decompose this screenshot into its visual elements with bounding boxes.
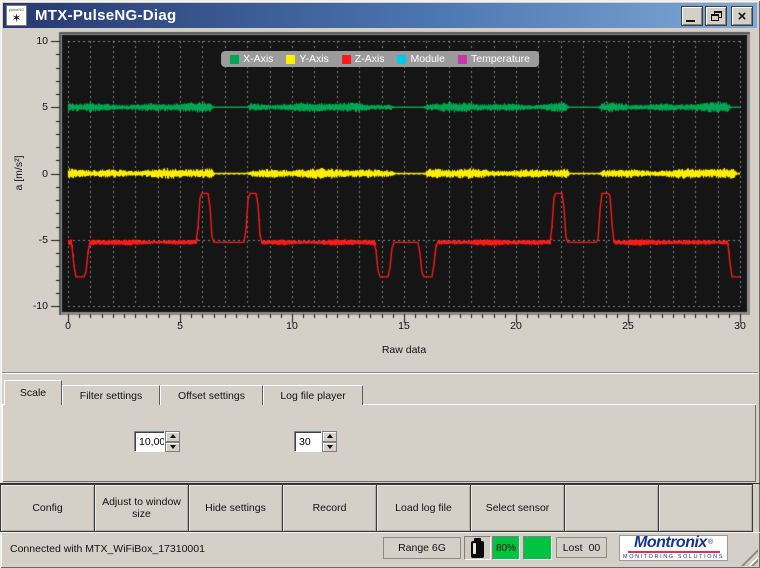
tab-bar: Scale Filter settings Offset settings Log f… xyxy=(4,380,363,405)
connection-status: Connected with MTX_WiFiBox_17310001 xyxy=(10,543,205,555)
action-button-row: Config Adjust to window size Hide settings… xyxy=(0,483,760,533)
arrow-up-icon xyxy=(326,434,333,439)
config-button[interactable]: Config xyxy=(0,484,95,532)
empty-button-8[interactable] xyxy=(658,484,753,532)
restore-icon xyxy=(710,11,722,21)
oscilloscope-plot xyxy=(0,28,760,373)
scaling-y-spinner xyxy=(134,431,180,452)
close-button[interactable]: × xyxy=(731,6,753,26)
hide-settings-button[interactable]: Hide settings xyxy=(188,484,283,532)
load-log-file-button[interactable]: Load log file xyxy=(376,484,471,532)
y-axis-color-chip xyxy=(286,54,296,64)
x-tick-label: 10 xyxy=(286,320,298,332)
x-tick-label: 25 xyxy=(622,320,634,332)
tab-scale[interactable]: Scale xyxy=(4,380,62,405)
battery-icon xyxy=(471,538,484,558)
logo-underline xyxy=(627,551,720,553)
spark-icon: ✶ xyxy=(11,10,22,25)
separator-line xyxy=(2,372,758,373)
select-sensor-button[interactable]: Select sensor xyxy=(470,484,565,532)
legend-item-y-axis: Y-Axis xyxy=(286,53,329,65)
minimize-button[interactable] xyxy=(681,6,703,26)
tab-page-scale xyxy=(2,404,756,482)
y-tick-label: 0 xyxy=(42,167,48,180)
chart-region: X-Axis Y-Axis Z-Axis Module Temperature a [m… xyxy=(0,28,760,373)
battery-percentage: 80% xyxy=(492,536,520,560)
x-tick-label: 30 xyxy=(734,320,746,332)
app-window: pulseNG ✶ MTX-PulseNG-Diag × X-Axis Y-Axis… xyxy=(0,0,760,568)
scaling-x-spin-buttons xyxy=(322,431,337,452)
legend-item-temperature: Temperature xyxy=(457,53,530,65)
legend-item-module: Module xyxy=(397,53,445,65)
minimize-icon xyxy=(686,20,695,22)
tab-offset-settings[interactable]: Offset settings xyxy=(160,385,263,405)
x-axis-label: Raw data xyxy=(381,344,427,356)
lost-label: Lost xyxy=(562,541,583,554)
x-axis-color-chip xyxy=(230,54,240,64)
x-tick-label: 20 xyxy=(510,320,522,332)
chart-legend: X-Axis Y-Axis Z-Axis Module Temperature xyxy=(221,51,539,67)
logo-tagline: MONITORING SOLUTIONS xyxy=(623,554,724,560)
resize-grip[interactable] xyxy=(741,549,758,566)
legend-label: Temperature xyxy=(470,53,530,65)
tab-log-file-player[interactable]: Log file player xyxy=(263,385,363,405)
scaling-x-input[interactable] xyxy=(294,431,322,452)
scaling-x-spinner xyxy=(294,431,337,452)
app-icon: pulseNG ✶ xyxy=(6,5,27,26)
lost-packets-panel: Lost 00 xyxy=(556,537,607,558)
legend-label: Y-Axis xyxy=(299,53,329,65)
close-icon: × xyxy=(737,7,747,25)
scaling-y-input[interactable] xyxy=(134,431,165,452)
temperature-color-chip xyxy=(457,54,467,64)
empty-button-7[interactable] xyxy=(564,484,659,532)
y-tick-label: -5 xyxy=(38,233,48,246)
z-axis-color-chip xyxy=(341,54,351,64)
scaling-y-spin-buttons xyxy=(165,431,180,452)
module-color-chip xyxy=(397,54,407,64)
y-tick-label: -10 xyxy=(32,300,48,312)
x-tick-label: 15 xyxy=(398,320,410,332)
x-tick-label: 0 xyxy=(65,320,71,332)
title-bar[interactable]: pulseNG ✶ MTX-PulseNG-Diag × xyxy=(3,3,757,28)
legend-label: X-Axis xyxy=(243,53,274,65)
legend-item-z-axis: Z-Axis xyxy=(341,53,385,65)
lost-value: 00 xyxy=(588,541,601,554)
range-indicator[interactable]: Range 6G xyxy=(383,537,461,559)
arrow-down-icon xyxy=(169,444,176,449)
record-button[interactable]: Record xyxy=(282,484,377,532)
montronix-brand: Montronix xyxy=(634,534,707,551)
y-tick-label: 10 xyxy=(36,35,48,47)
arrow-down-icon xyxy=(326,444,333,449)
x-tick-label: 5 xyxy=(177,320,183,332)
scaling-x-up-button[interactable] xyxy=(322,431,337,442)
legend-item-x-axis: X-Axis xyxy=(230,53,273,65)
tab-filter-settings[interactable]: Filter settings xyxy=(62,385,160,405)
scaling-y-down-button[interactable] xyxy=(165,441,180,452)
adjust-to-window-size-button[interactable]: Adjust to window size xyxy=(94,484,189,532)
legend-label: Module xyxy=(410,53,445,65)
y-tick-label: 5 xyxy=(42,101,48,114)
restore-button[interactable] xyxy=(705,6,727,26)
status-bar: Connected with MTX_WiFiBox_17310001 Rang… xyxy=(0,532,760,568)
registered-mark: ® xyxy=(707,539,713,546)
battery-panel xyxy=(464,536,491,560)
scaling-x-down-button[interactable] xyxy=(322,441,337,452)
scaling-y-up-button[interactable] xyxy=(165,431,180,442)
window-controls: × xyxy=(679,6,753,26)
legend-label: Z-Axis xyxy=(354,53,385,65)
window-title: MTX-PulseNG-Diag xyxy=(35,7,177,24)
montronix-logo: Montronix ® MONITORING SOLUTIONS xyxy=(619,535,728,561)
connection-ok-indicator xyxy=(523,536,552,560)
arrow-up-icon xyxy=(169,434,176,439)
